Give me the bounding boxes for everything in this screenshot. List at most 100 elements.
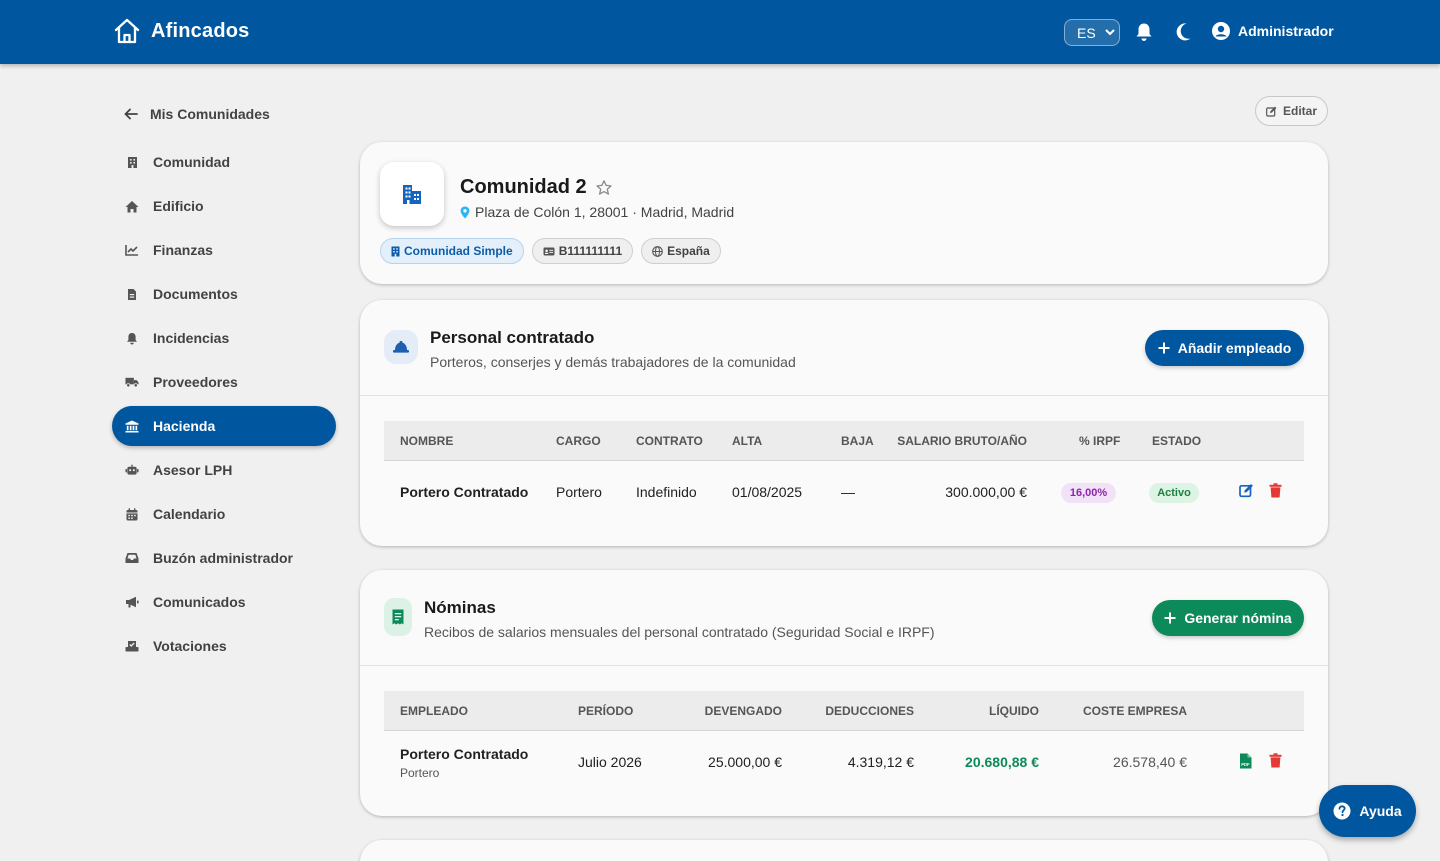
edit-icon[interactable] — [1239, 483, 1254, 498]
home-logo-icon — [113, 17, 141, 45]
sidebar-item-edificio[interactable]: Edificio — [112, 186, 336, 226]
globe-icon — [652, 245, 663, 257]
sidebar-item-buzon-administrador[interactable]: Buzón administrador — [112, 538, 336, 578]
table-row: Portero Contratado Portero Indefinido 01… — [384, 462, 1304, 522]
payroll-accrued: 25.000,00 € — [708, 754, 782, 770]
hard-hat-icon — [384, 330, 418, 364]
column-header-salario: SALARIO BRUTO/AÑO — [897, 434, 1027, 448]
sidebar-item-label: Comunicados — [153, 594, 246, 610]
add-employee-button[interactable]: Añadir empleado — [1145, 330, 1304, 366]
cif-label: B111111111 — [558, 244, 623, 258]
payroll-title: Nóminas — [424, 598, 496, 617]
staff-title: Personal contratado — [430, 328, 595, 347]
payroll-deductions: 4.319,12 € — [847, 754, 914, 770]
favorite-star-icon[interactable] — [595, 179, 613, 197]
payroll-subtitle: Recibos de salarios mensuales del person… — [424, 624, 935, 640]
inbox-icon — [125, 551, 139, 565]
app-title: Afincados — [151, 19, 250, 42]
receipt-icon — [384, 598, 412, 636]
sidebar-item-asesor-lph[interactable]: Asesor LPH — [112, 450, 336, 490]
sidebar-item-proveedores[interactable]: Proveedores — [112, 362, 336, 402]
community-summary-card: Comunidad 2 Plaza de Colón 1, 28001 · Ma… — [360, 142, 1328, 284]
employee-salary: 300.000,00 € — [945, 484, 1027, 500]
chevron-down-icon — [1104, 29, 1115, 36]
employee-start-date: 01/08/2025 — [732, 484, 803, 500]
column-header-estado: ESTADO — [1152, 434, 1202, 448]
help-circle-icon — [1333, 802, 1351, 820]
staff-subtitle: Porteros, conserjes y demás trabajadores… — [430, 354, 796, 370]
bank-icon — [125, 419, 139, 433]
column-header-periodo: PERÍODO — [578, 704, 634, 718]
sidebar-item-documentos[interactable]: Documentos — [112, 274, 336, 314]
location-pin-icon — [460, 206, 470, 219]
sidebar-item-label: Documentos — [153, 286, 238, 302]
help-button[interactable]: Ayuda — [1319, 785, 1416, 837]
language-select[interactable]: ES — [1064, 19, 1120, 46]
sidebar-item-comunicados[interactable]: Comunicados — [112, 582, 336, 622]
community-type-chip: Comunidad Simple — [380, 238, 524, 264]
sidebar-item-finanzas[interactable]: Finanzas — [112, 230, 336, 270]
megaphone-icon — [125, 595, 139, 609]
brand[interactable]: Afincados — [113, 17, 249, 45]
staff-card: Personal contratado Porteros, conserjes … — [360, 300, 1328, 546]
next-section-card — [360, 840, 1328, 861]
sidebar-item-calendario[interactable]: Calendario — [112, 494, 336, 534]
generate-payroll-button[interactable]: Generar nómina — [1152, 600, 1304, 636]
staff-table-header: NOMBRE CARGO CONTRATO ALTA BAJA SALARIO … — [384, 421, 1304, 461]
sidebar-item-comunidad[interactable]: Comunidad — [112, 142, 336, 182]
payroll-card: Nóminas Recibos de salarios mensuales de… — [360, 570, 1328, 816]
document-icon — [125, 287, 139, 301]
pdf-file-icon[interactable]: PDF — [1239, 753, 1253, 769]
chart-line-icon — [125, 243, 139, 257]
sidebar-item-label: Incidencias — [153, 330, 230, 346]
user-menu[interactable]: Administrador — [1212, 22, 1334, 40]
sidebar-item-label: Buzón administrador — [153, 550, 294, 566]
payroll-table-header: EMPLEADO PERÍODO DEVENGADO DEDUCCIONES L… — [384, 691, 1304, 731]
employee-role: Portero — [556, 484, 602, 500]
edit-label: Editar — [1282, 104, 1317, 118]
community-type-label: Comunidad Simple — [404, 244, 513, 258]
trash-icon[interactable] — [1269, 483, 1282, 498]
add-employee-label: Añadir empleado — [1177, 340, 1292, 356]
sidebar-item-hacienda[interactable]: Hacienda — [112, 406, 336, 446]
irpf-badge: 16,00% — [1061, 483, 1116, 503]
sidebar-item-incidencias[interactable]: Incidencias — [112, 318, 336, 358]
sidebar-item-label: Calendario — [153, 506, 226, 522]
payroll-period: Julio 2026 — [578, 754, 642, 770]
staff-header: Personal contratado Porteros, conserjes … — [360, 300, 1328, 396]
building-icon — [391, 246, 400, 257]
employee-contract: Indefinido — [636, 484, 697, 500]
table-row: Portero Contratado Portero Julio 2026 25… — [384, 732, 1304, 792]
notifications-bell-icon[interactable] — [1135, 22, 1153, 42]
edit-community-button[interactable]: Editar — [1255, 96, 1328, 126]
column-header-empleado: EMPLEADO — [400, 704, 469, 718]
column-header-deducciones: DEDUCCIONES — [825, 704, 914, 718]
back-link-label: Mis Comunidades — [150, 106, 270, 122]
community-chips: Comunidad Simple B111111111 España — [380, 238, 721, 264]
dark-mode-moon-icon[interactable] — [1174, 22, 1192, 42]
status-badge: Activo — [1149, 483, 1199, 503]
calendar-icon — [125, 507, 139, 521]
back-to-communities-link[interactable]: Mis Comunidades — [124, 106, 270, 122]
payroll-employee-name: Portero Contratado — [400, 746, 529, 762]
sidebar-nav: Comunidad Edificio Finanzas Documentos I… — [112, 142, 336, 670]
arrow-left-icon — [124, 108, 138, 120]
community-logo — [380, 162, 444, 226]
cif-chip: B111111111 — [531, 238, 634, 264]
column-header-devengado: DEVENGADO — [704, 704, 782, 718]
language-value: ES — [1077, 24, 1096, 41]
community-address: Plaza de Colón 1, 28001 · Madrid, Madrid — [460, 204, 734, 220]
sidebar-item-label: Finanzas — [153, 242, 213, 258]
id-card-icon — [543, 247, 555, 256]
column-header-contrato: CONTRATO — [636, 434, 703, 448]
building-icon — [125, 155, 139, 169]
column-header-coste-empresa: COSTE EMPRESA — [1082, 704, 1187, 718]
trash-icon[interactable] — [1269, 753, 1282, 768]
community-name: Comunidad 2 — [460, 176, 587, 198]
column-header-nombre: NOMBRE — [400, 434, 454, 448]
plus-icon — [1158, 342, 1170, 354]
community-title: Comunidad 2 — [460, 176, 613, 199]
column-header-cargo: CARGO — [556, 434, 601, 448]
svg-text:PDF: PDF — [1241, 762, 1250, 767]
sidebar-item-votaciones[interactable]: Votaciones — [112, 626, 336, 666]
